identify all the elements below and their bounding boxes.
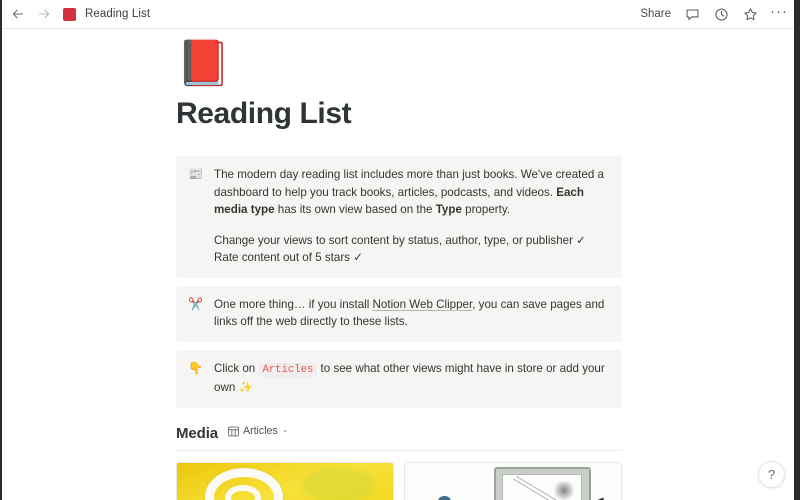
hint-text-before: Click on xyxy=(214,361,259,375)
intro-text-3: property. xyxy=(461,203,511,216)
callout-intro-paragraph-2: Change your views to sort content by sta… xyxy=(214,232,609,267)
browser-top-bar: Reading List Share ··· xyxy=(2,0,797,29)
media-divider xyxy=(176,449,622,451)
callout-clipper-paragraph: One more thing… if you install Notion We… xyxy=(214,296,609,331)
media-gallery xyxy=(176,461,636,500)
intro-text-2: has its own view based on the xyxy=(274,203,436,216)
pointing-down-emoji-icon: 👇 xyxy=(188,360,203,375)
back-arrow-icon[interactable] xyxy=(10,7,25,22)
article-card-tangled-cables-laptop[interactable] xyxy=(404,461,622,500)
browser-window: Reading List Share ··· 📕 Reading List 📰 … xyxy=(0,0,800,500)
at-symbol-typewriter-illustration xyxy=(177,462,393,500)
callout-block-articles-hint: 👇 Click on Articles to see what other vi… xyxy=(176,349,622,408)
view-tab-label: Articles xyxy=(243,425,278,437)
callout-hint-body: Click on Articles to see what other view… xyxy=(214,360,609,397)
clipper-text-before: One more thing… if you install xyxy=(214,297,373,311)
page-title[interactable]: Reading List xyxy=(176,97,636,130)
scissors-emoji-icon: ✂️ xyxy=(188,296,203,311)
gallery-grid-icon xyxy=(228,426,239,437)
callout-clipper-body: One more thing… if you install Notion We… xyxy=(214,296,609,331)
notion-web-clipper-link[interactable]: Notion Web Clipper xyxy=(373,298,473,311)
callout-hint-paragraph: Click on Articles to see what other view… xyxy=(214,360,609,397)
forward-arrow-icon[interactable] xyxy=(36,7,51,22)
tab-title[interactable]: Reading List xyxy=(85,8,150,20)
view-tab-articles[interactable]: Articles ⌄ xyxy=(228,425,288,437)
share-button[interactable]: Share xyxy=(640,8,671,20)
callout-intro-paragraph-1: The modern day reading list includes mor… xyxy=(214,166,609,219)
top-bar-actions: Share ··· xyxy=(640,4,787,22)
tab-favicon-icon xyxy=(63,7,76,21)
callout-intro-body: The modern day reading list includes mor… xyxy=(214,166,609,267)
views-sort-line: Change your views to sort content by sta… xyxy=(214,233,586,247)
media-heading[interactable]: Media xyxy=(176,425,218,442)
help-button[interactable]: ? xyxy=(758,461,785,488)
page-emoji-icon[interactable]: 📕 xyxy=(176,37,636,91)
comment-icon[interactable] xyxy=(684,6,700,22)
star-icon[interactable] xyxy=(742,6,758,22)
callout-block-web-clipper: ✂️ One more thing… if you install Notion… xyxy=(176,285,622,342)
callout-block-intro: 📰 The modern day reading list includes m… xyxy=(176,156,622,278)
media-section-header: Media Articles ⌄ xyxy=(176,425,636,442)
clock-history-icon[interactable] xyxy=(713,6,729,22)
page-content: 📕 Reading List 📰 The modern day reading … xyxy=(176,29,636,500)
rate-stars-line: Rate content out of 5 stars ✓ xyxy=(214,251,363,264)
page-scroll-area[interactable]: 📕 Reading List 📰 The modern day reading … xyxy=(2,29,797,500)
window-right-edge xyxy=(794,0,797,500)
laptop-tangled-cables-illustration xyxy=(405,462,621,500)
intro-bold-2: Type xyxy=(435,203,462,216)
articles-inline-code: Articles xyxy=(258,362,318,377)
intro-text-1: The modern day reading list includes mor… xyxy=(214,168,604,199)
more-horizontal-icon[interactable]: ··· xyxy=(770,4,787,22)
navigation-arrows xyxy=(10,7,51,22)
chevron-down-icon: ⌄ xyxy=(281,425,289,434)
newspaper-emoji-icon: 📰 xyxy=(188,167,203,181)
article-card-at-symbol-laptop[interactable] xyxy=(176,461,394,500)
